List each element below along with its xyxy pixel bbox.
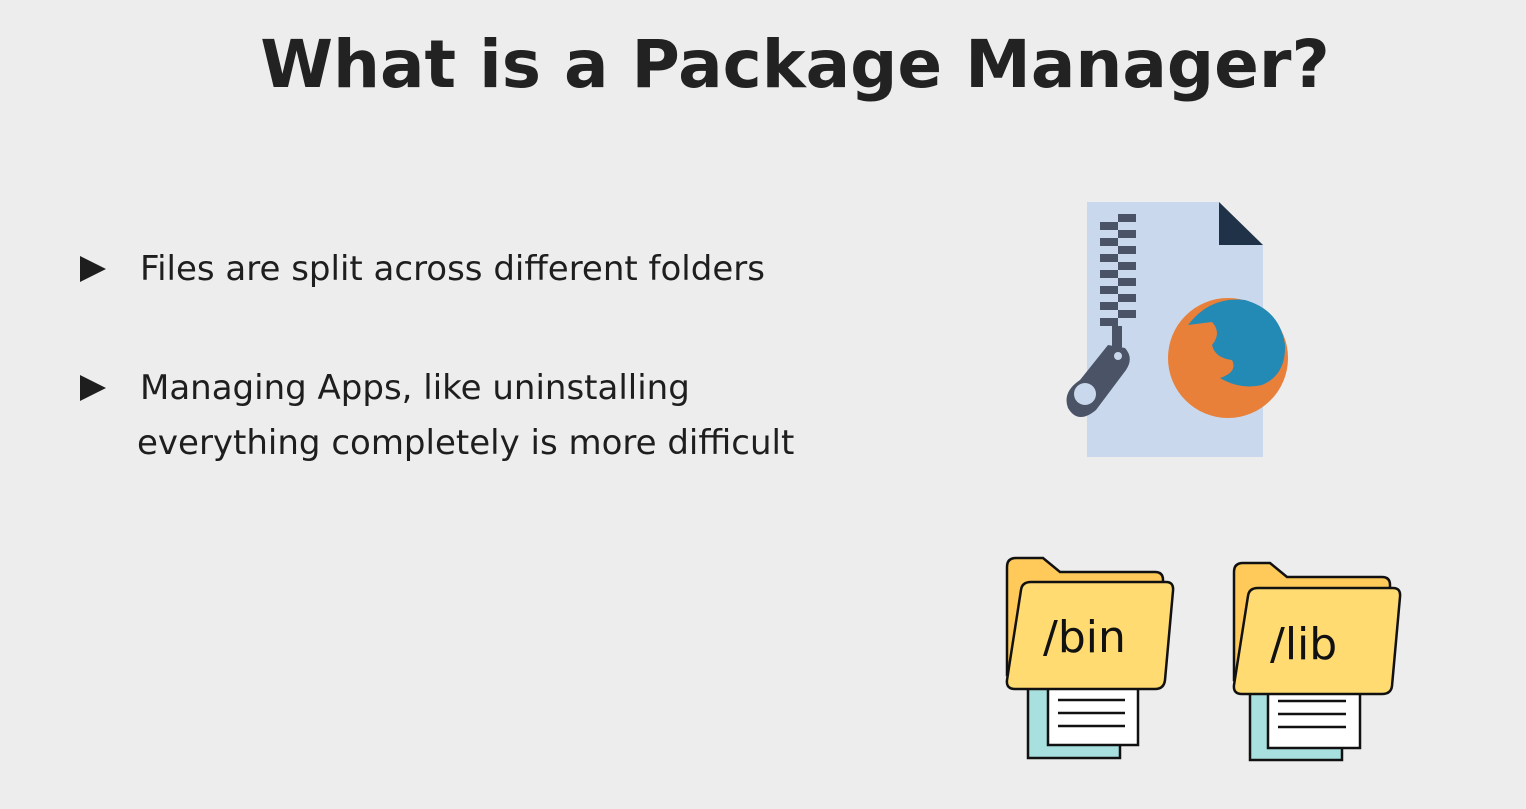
folder-icon: /lib [1232, 561, 1402, 762]
bullet-arrow-icon [80, 256, 106, 282]
folder-icon: /bin [1005, 556, 1175, 760]
zip-file-icon [1066, 202, 1288, 457]
slide-title: What is a Package Manager? [260, 26, 1330, 103]
bullet-arrow-icon [80, 375, 106, 401]
folder-label: /bin [1043, 612, 1126, 663]
folder-label: /lib [1270, 619, 1337, 670]
firefox-logo [1168, 298, 1288, 418]
bullet-text: Files are split across different folders [140, 249, 765, 289]
bullet-text: everything completely is more difficult [137, 423, 795, 463]
bullet-text: Managing Apps, like uninstalling [140, 368, 690, 408]
